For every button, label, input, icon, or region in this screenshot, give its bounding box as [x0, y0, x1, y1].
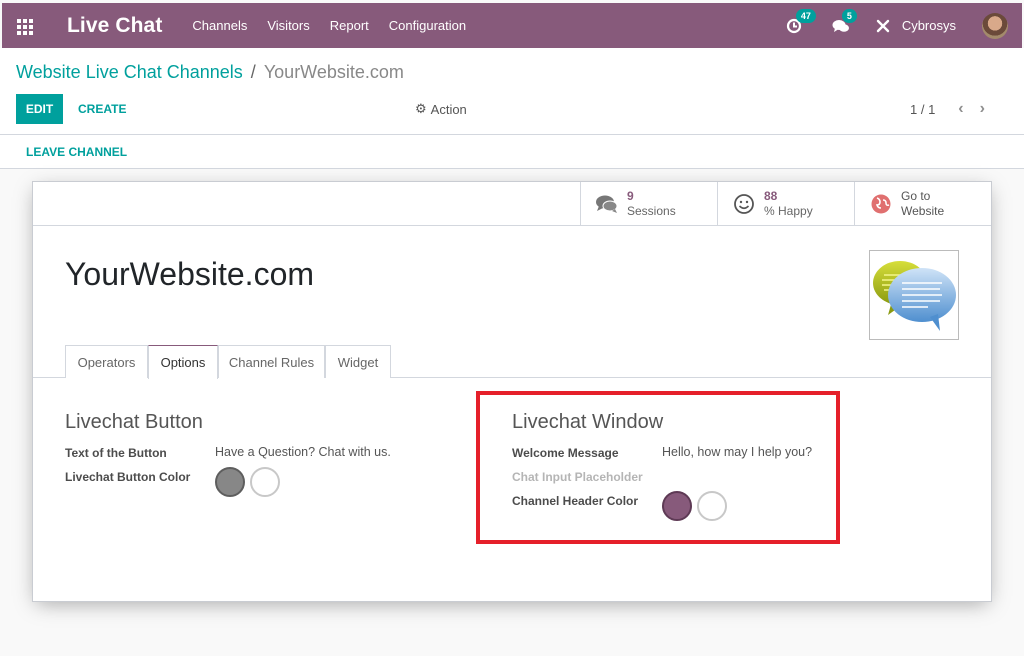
pager-next-icon[interactable]: › — [980, 100, 985, 118]
tab-widget[interactable]: Widget — [325, 345, 391, 378]
action-label: Action — [430, 101, 467, 117]
messages-badge: 5 — [841, 8, 857, 23]
top-navbar: Live Chat Channels Visitors Report Confi… — [2, 3, 1022, 48]
comments-icon — [596, 195, 618, 213]
messages-button[interactable]: 5 — [832, 8, 857, 34]
go-to-website-button[interactable]: Go to Website — [854, 182, 991, 226]
tab-channel-rules[interactable]: Channel Rules — [218, 345, 325, 378]
breadcrumb-current: YourWebsite.com — [263, 62, 404, 82]
gear-icon: ⚙ — [415, 101, 427, 116]
control-panel: Website Live Chat Channels / YourWebsite… — [0, 48, 1024, 135]
happy-percentage: 88 — [764, 189, 778, 203]
chat-bubbles-image-icon — [873, 261, 956, 331]
leave-channel-button[interactable]: LEAVE CHANNEL — [26, 145, 127, 159]
go-to-label: Go to — [901, 189, 931, 203]
sessions-count: 9 — [627, 189, 634, 203]
sessions-label: Sessions — [627, 204, 676, 218]
activity-badge: 47 — [795, 8, 816, 23]
activity-button[interactable]: 47 — [786, 8, 816, 34]
app-title: Live Chat — [67, 13, 163, 37]
button-color-label: Livechat Button Color — [65, 470, 191, 484]
globe-icon — [871, 194, 891, 214]
breadcrumb-parent-link[interactable]: Website Live Chat Channels — [16, 62, 243, 83]
apps-menu-icon[interactable] — [17, 18, 33, 35]
pager: 1 / 1 ‹ › — [910, 94, 985, 124]
smart-button-box: 9 Sessions 88 % Happy Go to Website — [33, 182, 991, 226]
button-color-swatch-background[interactable] — [215, 467, 245, 497]
button-color-swatch-text[interactable] — [250, 467, 280, 497]
edit-button[interactable]: EDIT — [16, 94, 63, 124]
channel-image[interactable] — [869, 250, 959, 340]
pager-value[interactable]: 1 / 1 — [910, 102, 935, 117]
tab-operators[interactable]: Operators — [65, 345, 148, 378]
website-label: Website — [901, 204, 945, 218]
smile-icon — [734, 194, 754, 214]
breadcrumb-separator: / — [250, 62, 256, 82]
record-title: YourWebsite.com — [65, 256, 315, 292]
tab-options[interactable]: Options — [148, 345, 218, 379]
highlight-annotation-box — [476, 391, 840, 544]
menu-report[interactable]: Report — [330, 18, 369, 33]
menu-configuration[interactable]: Configuration — [389, 18, 466, 33]
breadcrumb: Website Live Chat Channels / YourWebsite… — [16, 62, 404, 83]
user-menu[interactable]: Cybrosys — [902, 18, 956, 33]
debug-tools-button[interactable] — [876, 19, 890, 33]
avatar[interactable] — [982, 12, 1008, 39]
button-text-value[interactable]: Have a Question? Chat with us. — [215, 445, 391, 459]
sessions-button[interactable]: 9 Sessions — [580, 182, 717, 226]
happy-rating-button[interactable]: 88 % Happy — [717, 182, 854, 226]
action-dropdown[interactable]: ⚙ Action — [415, 94, 467, 124]
livechat-button-group-title: Livechat Button — [65, 411, 203, 433]
statusbar: LEAVE CHANNEL — [0, 135, 1024, 169]
happy-label: % Happy — [764, 204, 813, 218]
create-button[interactable]: CREATE — [78, 94, 126, 124]
menu-visitors[interactable]: Visitors — [267, 18, 309, 33]
menu-channels[interactable]: Channels — [192, 18, 247, 33]
tools-icon — [876, 19, 890, 32]
button-text-label: Text of the Button — [65, 446, 167, 460]
pager-previous-icon[interactable]: ‹ — [958, 100, 963, 118]
notebook-tabs: Operators Options Channel Rules Widget — [33, 345, 991, 379]
